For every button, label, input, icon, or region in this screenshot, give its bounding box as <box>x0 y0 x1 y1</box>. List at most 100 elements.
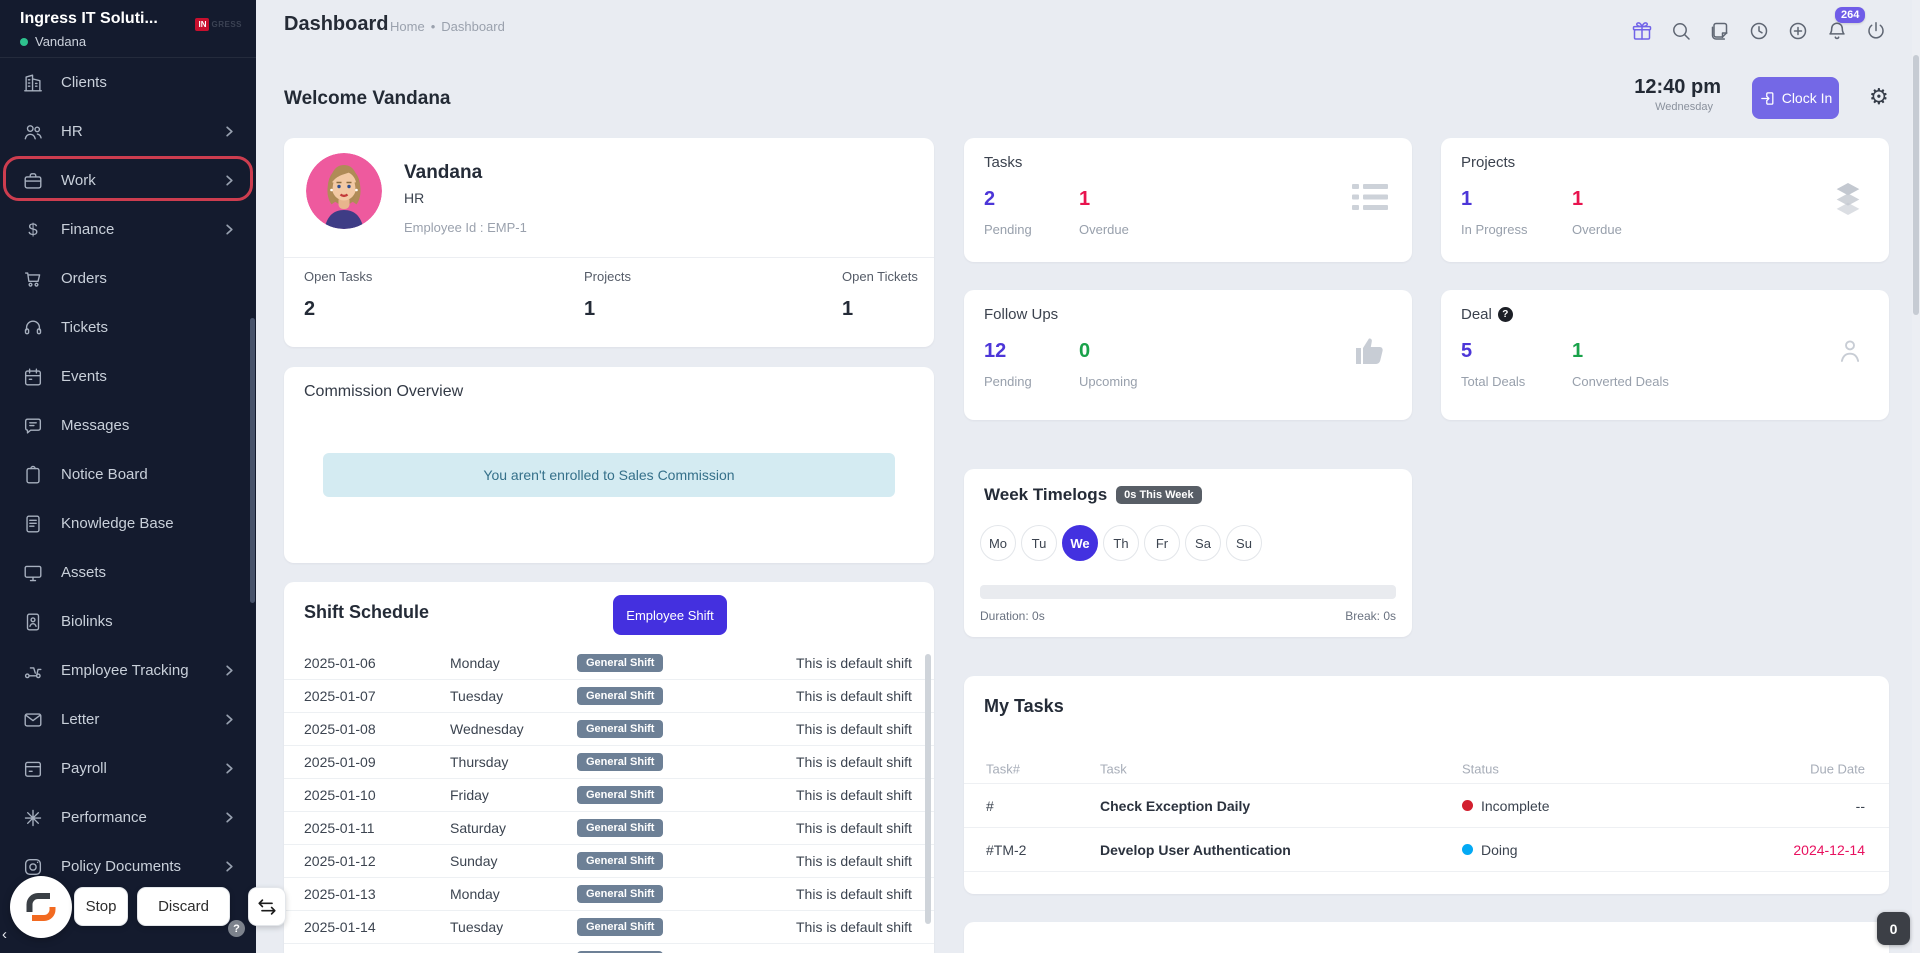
sidebar-item-events[interactable]: Events <box>0 352 256 401</box>
profile-employee-id: Employee Id : EMP-1 <box>404 220 527 235</box>
shift-row[interactable]: 2025-01-13 Monday General Shift This is … <box>284 877 934 910</box>
column-due-date: Due Date <box>1810 761 1865 776</box>
power-icon[interactable] <box>1864 19 1888 43</box>
column-task-id: Task# <box>986 761 1020 776</box>
sidebar-item-letter[interactable]: Letter <box>0 695 256 744</box>
shift-row[interactable]: 2025-01-10 Friday General Shift This is … <box>284 778 934 811</box>
task-title: Develop User Authentication <box>1100 842 1291 858</box>
shift-table-scrollbar[interactable] <box>925 654 931 924</box>
history-icon[interactable] <box>1747 19 1771 43</box>
task-row[interactable]: # Check Exception Daily Incomplete -- <box>964 784 1889 828</box>
stat-value: 2 <box>304 298 372 321</box>
sidebar-item-label: Orders <box>61 270 107 287</box>
weekday-th[interactable]: Th <box>1103 525 1139 561</box>
sidebar-item-label: Employee Tracking <box>61 662 189 679</box>
sidebar: Ingress IT Soluti... Vandana IN GRESS Cl… <box>0 0 256 953</box>
search-icon[interactable] <box>1669 19 1693 43</box>
stat-label: Open Tickets <box>842 269 918 284</box>
shift-row[interactable]: 2025-01-06 Monday General Shift This is … <box>284 646 934 679</box>
sidebar-item-label: HR <box>61 123 83 140</box>
people-icon <box>22 121 44 143</box>
clock-in-button[interactable]: Clock In <box>1752 77 1839 119</box>
stat-card-title: Follow Ups <box>984 306 1058 323</box>
sidebar-item-payroll[interactable]: Payroll <box>0 744 256 793</box>
stat-card-title: Deal? <box>1461 306 1513 323</box>
task-id: #TM-2 <box>986 842 1026 858</box>
sidebar-item-label: Finance <box>61 221 114 238</box>
metric-label: Converted Deals <box>1572 374 1669 389</box>
shift-row[interactable]: 2025-01-12 Sunday General Shift This is … <box>284 844 934 877</box>
sidebar-item-notice-board[interactable]: Notice Board <box>0 450 256 499</box>
notes-icon[interactable] <box>1708 19 1732 43</box>
swap-arrows-icon <box>256 896 278 918</box>
shift-row[interactable]: 2025-01-08 Wednesday General Shift This … <box>284 712 934 745</box>
page-scrollbar-track[interactable] <box>1912 0 1920 953</box>
dashboard-settings-gear-icon[interactable]: ⚙ <box>1869 86 1889 108</box>
shift-row[interactable]: 2025-01-15 Wednesday General Shift This … <box>284 943 934 953</box>
breadcrumb-home[interactable]: Home <box>390 19 425 34</box>
metric-value: 0 <box>1079 340 1138 363</box>
weekday-su[interactable]: Su <box>1226 525 1262 561</box>
employee-shift-button[interactable]: Employee Shift <box>613 595 727 635</box>
sidebar-scrollbar[interactable] <box>250 318 255 603</box>
shift-row[interactable]: 2025-01-14 Tuesday General Shift This is… <box>284 910 934 943</box>
sidebar-item-messages[interactable]: Messages <box>0 401 256 450</box>
briefcase-icon <box>22 170 44 192</box>
shift-row[interactable]: 2025-01-09 Thursday General Shift This i… <box>284 745 934 778</box>
breadcrumb: Home • Dashboard <box>390 19 505 34</box>
page-scrollbar-thumb[interactable] <box>1913 55 1919 315</box>
shift-type-badge: General Shift <box>577 819 663 837</box>
chevron-right-icon <box>223 811 236 824</box>
sidebar-item-work[interactable]: Work <box>0 156 256 205</box>
chevron-right-icon <box>223 713 236 726</box>
extension-logo[interactable] <box>10 876 72 938</box>
discard-button[interactable]: Discard <box>137 887 230 926</box>
sidebar-item-employee-tracking[interactable]: Employee Tracking <box>0 646 256 695</box>
overlay-counter-badge[interactable]: 0 <box>1877 912 1910 945</box>
collapse-arrow-icon[interactable]: ‹ <box>2 926 7 943</box>
sidebar-item-performance[interactable]: Performance <box>0 793 256 842</box>
gift-icon[interactable] <box>1630 19 1654 43</box>
status-dot <box>1462 844 1473 855</box>
metric-converted-deals: 1 Converted Deals <box>1572 340 1669 389</box>
sidebar-item-tickets[interactable]: Tickets <box>0 303 256 352</box>
idcard-icon <box>22 611 44 633</box>
shift-date: 2025-01-14 <box>304 919 376 935</box>
help-badge[interactable]: ? <box>228 920 245 937</box>
bell-icon[interactable]: 264 <box>1825 19 1849 43</box>
shift-day: Monday <box>450 886 500 902</box>
metric-label: Upcoming <box>1079 374 1138 389</box>
weekday-we[interactable]: We <box>1062 525 1098 561</box>
current-time: 12:40 pm Wednesday <box>1634 76 1721 113</box>
stat-card-title: Projects <box>1461 154 1515 171</box>
add-icon[interactable] <box>1786 19 1810 43</box>
chevron-right-icon <box>223 664 236 677</box>
swap-button[interactable] <box>248 887 286 926</box>
sidebar-item-orders[interactable]: Orders <box>0 254 256 303</box>
sidebar-item-assets[interactable]: Assets <box>0 548 256 597</box>
task-row[interactable]: #TM-2 Develop User Authentication Doing … <box>964 828 1889 872</box>
sidebar-item-clients[interactable]: Clients <box>0 58 256 107</box>
next-card-partial <box>964 922 1889 953</box>
weekday-mo[interactable]: Mo <box>980 525 1016 561</box>
brand-logo: IN GRESS <box>195 18 242 57</box>
help-icon[interactable]: ? <box>1498 307 1513 322</box>
task-due-date: -- <box>1856 798 1865 814</box>
shift-note: This is default shift <box>796 721 912 737</box>
sidebar-header: Ingress IT Soluti... Vandana IN GRESS <box>0 0 256 58</box>
sidebar-item-knowledge-base[interactable]: Knowledge Base <box>0 499 256 548</box>
shift-row[interactable]: 2025-01-11 Saturday General Shift This i… <box>284 811 934 844</box>
shift-row[interactable]: 2025-01-07 Tuesday General Shift This is… <box>284 679 934 712</box>
sidebar-item-biolinks[interactable]: Biolinks <box>0 597 256 646</box>
time-day: Wednesday <box>1634 101 1721 113</box>
shift-type-badge: General Shift <box>577 753 663 771</box>
weekday-fr[interactable]: Fr <box>1144 525 1180 561</box>
weekday-sa[interactable]: Sa <box>1185 525 1221 561</box>
weekday-tu[interactable]: Tu <box>1021 525 1057 561</box>
shift-note: This is default shift <box>796 688 912 704</box>
sidebar-item-finance[interactable]: $Finance <box>0 205 256 254</box>
sidebar-item-hr[interactable]: HR <box>0 107 256 156</box>
shift-type-badge: General Shift <box>577 786 663 804</box>
stop-button[interactable]: Stop <box>74 887 128 926</box>
sidebar-user-name: Vandana <box>35 34 86 49</box>
